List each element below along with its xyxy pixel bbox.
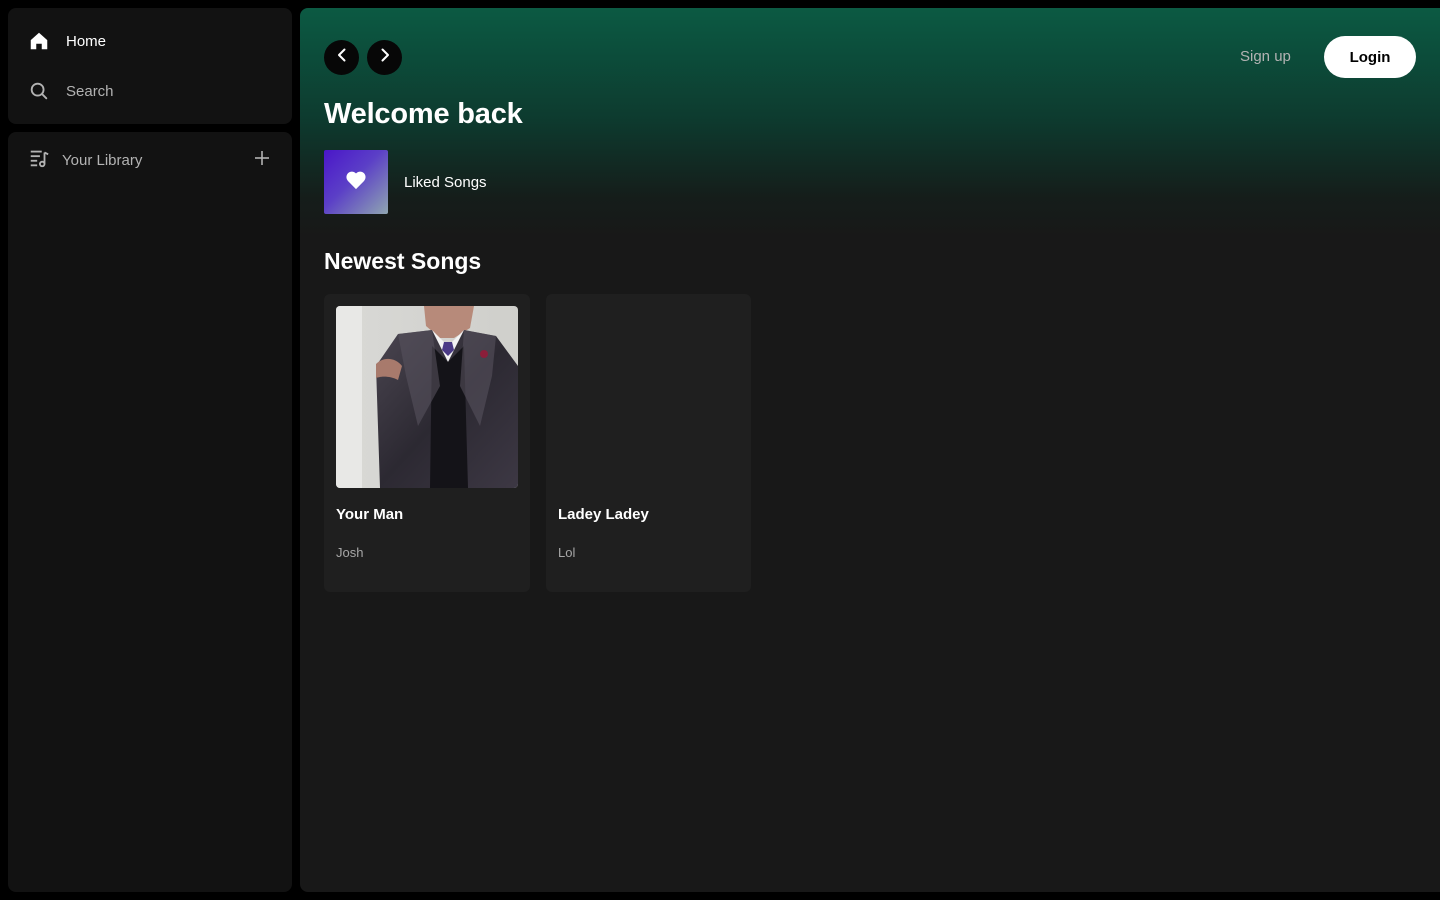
chevron-right-icon bbox=[377, 47, 393, 68]
liked-songs-item[interactable]: Liked Songs bbox=[324, 150, 487, 214]
app-root: Home Search Your Library Sign up Login W… bbox=[0, 0, 1440, 900]
song-cover-image bbox=[558, 306, 740, 488]
back-button[interactable] bbox=[324, 40, 359, 75]
add-playlist-button[interactable] bbox=[250, 148, 274, 172]
sidebar-item-home[interactable]: Home bbox=[28, 26, 106, 56]
library-icon bbox=[28, 147, 50, 174]
forward-button[interactable] bbox=[367, 40, 402, 75]
page-title: Welcome back bbox=[324, 98, 523, 130]
sidebar-item-search[interactable]: Search bbox=[28, 76, 114, 106]
home-icon bbox=[28, 30, 50, 52]
heart-icon bbox=[345, 170, 367, 195]
song-artist: Lol bbox=[558, 545, 576, 560]
song-card[interactable]: Your Man Josh bbox=[324, 294, 530, 592]
sidebar-nav: Home Search bbox=[8, 8, 292, 124]
song-artist: Josh bbox=[336, 545, 364, 560]
song-cover-image bbox=[336, 306, 518, 488]
chevron-left-icon bbox=[334, 47, 350, 68]
liked-songs-label: Liked Songs bbox=[404, 173, 487, 191]
plus-icon bbox=[253, 149, 271, 172]
song-card[interactable]: Ladey Ladey Lol bbox=[546, 294, 751, 592]
sidebar-item-label: Home bbox=[66, 32, 107, 50]
library-label: Your Library bbox=[62, 151, 143, 169]
signup-button[interactable]: Sign up bbox=[1240, 46, 1291, 68]
login-button[interactable]: Login bbox=[1324, 36, 1416, 78]
liked-songs-cover bbox=[324, 150, 388, 214]
library-button[interactable]: Your Library bbox=[28, 148, 142, 172]
sidebar-item-label: Search bbox=[66, 82, 114, 100]
song-title: Ladey Ladey bbox=[558, 506, 649, 523]
search-icon bbox=[28, 80, 50, 102]
section-title: Newest Songs bbox=[324, 248, 482, 274]
main-content: Sign up Login Welcome back Liked Songs N… bbox=[300, 8, 1440, 892]
library-panel: Your Library bbox=[8, 132, 292, 892]
song-title: Your Man bbox=[336, 506, 404, 523]
